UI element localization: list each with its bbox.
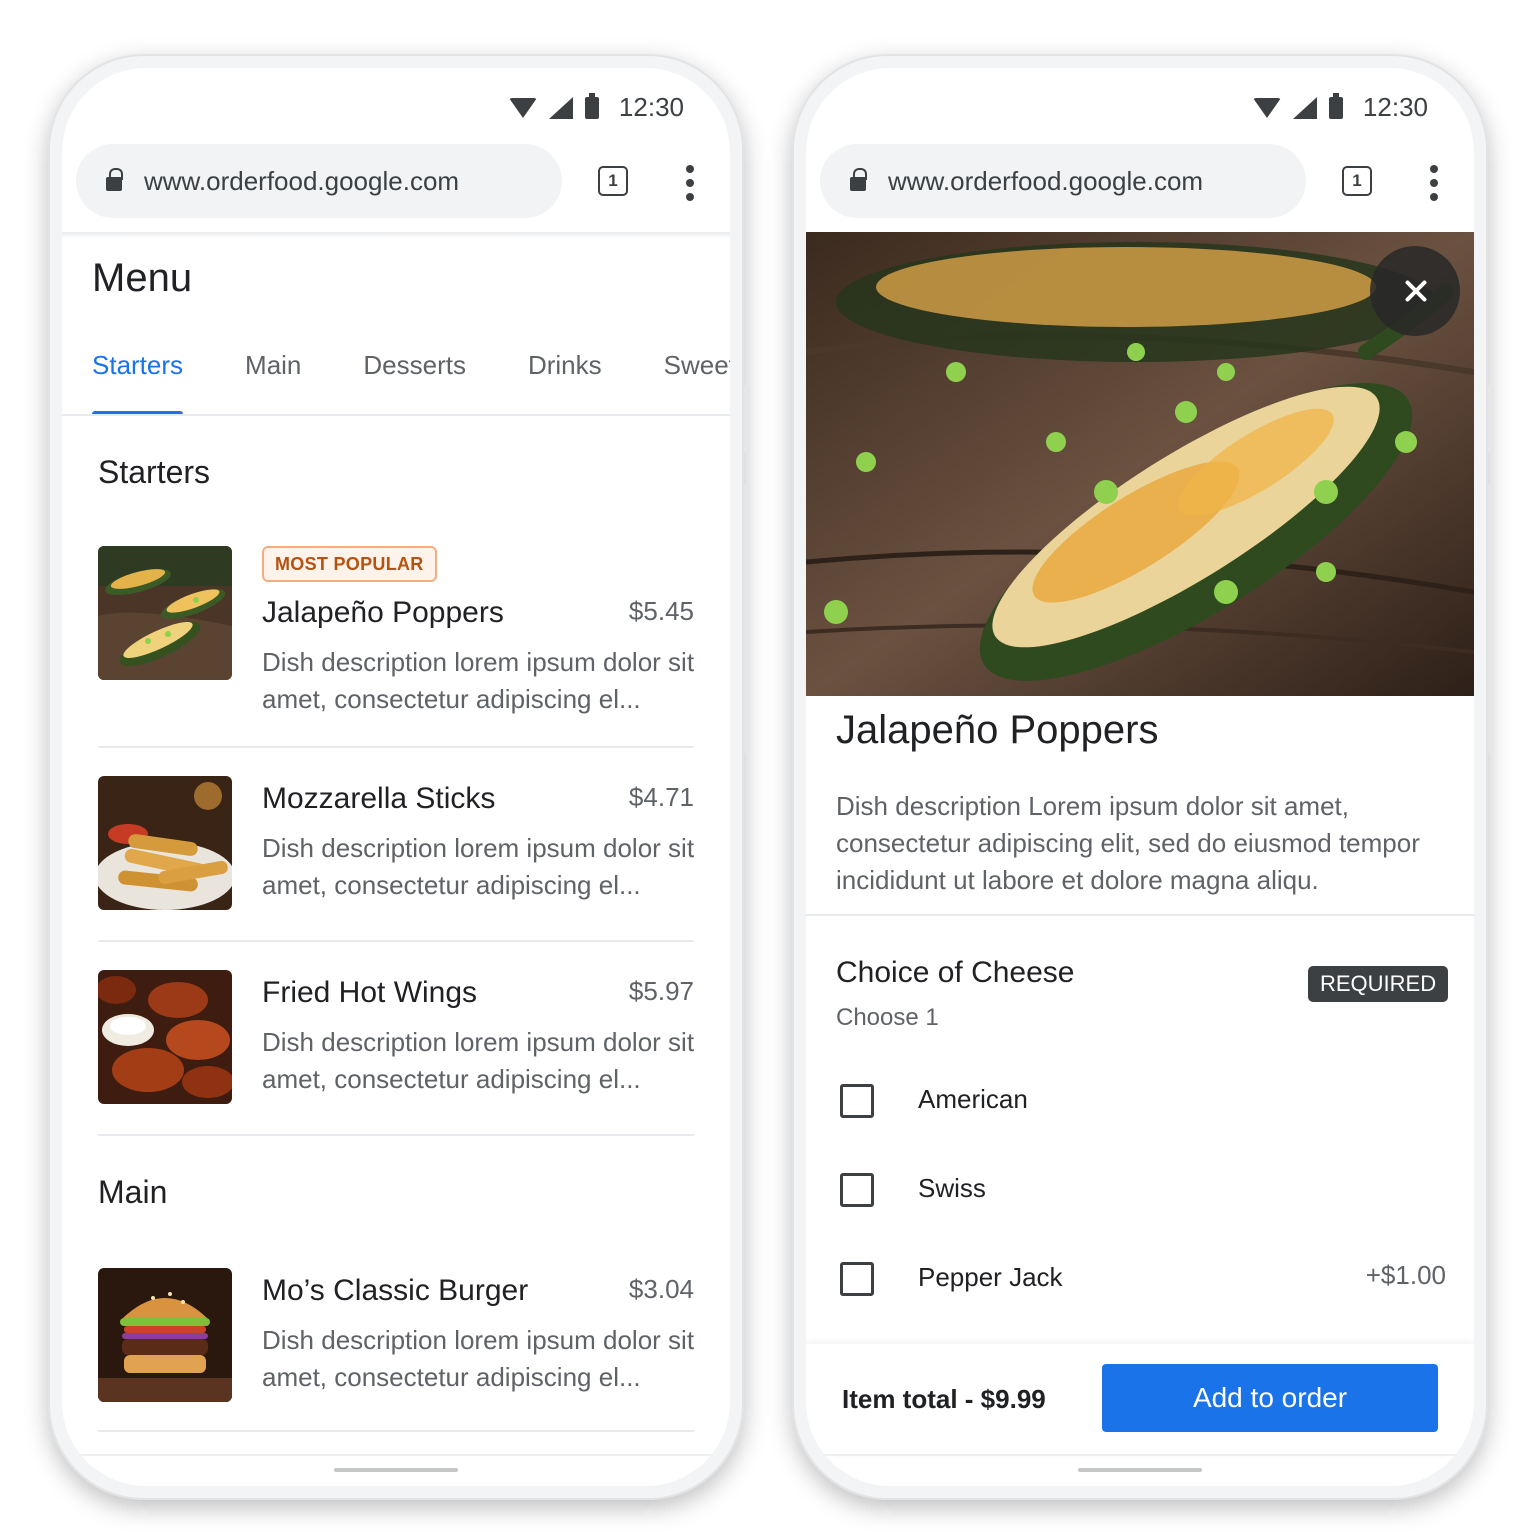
section-title-starters: Starters xyxy=(98,454,211,490)
item-name: Jalapeño Poppers xyxy=(262,596,504,629)
page-title: Menu xyxy=(92,256,193,300)
choice-group-subtitle: Choose 1 xyxy=(836,1004,939,1031)
nav-divider xyxy=(806,1454,1474,1456)
classic-burger-thumbnail xyxy=(98,1268,232,1402)
add-to-order-button[interactable]: Add to order xyxy=(1102,1364,1438,1432)
item-name: Mo’s Classic Burger xyxy=(262,1274,529,1307)
item-name: Mozzarella Sticks xyxy=(262,782,496,815)
checkbox-american[interactable] xyxy=(840,1084,874,1118)
toolbar-shadow xyxy=(62,232,730,238)
item-divider xyxy=(98,1430,694,1432)
signal-icon xyxy=(548,96,573,119)
phone-volume-button xyxy=(744,484,750,754)
required-badge: REQUIRED xyxy=(1308,966,1449,1002)
home-indicator[interactable] xyxy=(334,1468,458,1472)
item-price: $5.45 xyxy=(628,596,694,626)
tab-desserts[interactable]: Desserts xyxy=(363,350,466,414)
tab-drinks[interactable]: Drinks xyxy=(528,350,602,414)
item-price: $4.71 xyxy=(628,782,694,812)
checkbox-swiss[interactable] xyxy=(840,1173,874,1207)
item-total: Item total - $9.99 xyxy=(842,1384,1046,1414)
tab-switcher-button[interactable]: 1 xyxy=(1342,166,1372,196)
option-swiss[interactable]: Swiss xyxy=(840,1171,1446,1211)
item-name: Fried Hot Wings xyxy=(262,976,478,1009)
status-time: 12:30 xyxy=(1362,92,1428,122)
tab-sweets[interactable]: Sweets xyxy=(664,350,730,414)
item-description: Dish description lorem ipsum dolor sit a… xyxy=(262,647,695,714)
battery-icon xyxy=(584,92,599,119)
menu-item-jalapeno-poppers[interactable]: MOST POPULAR Jalapeño Poppers $5.45 Dish… xyxy=(98,546,694,736)
tabs-divider xyxy=(62,414,730,416)
lock-icon xyxy=(850,168,867,191)
url-text: www.orderfood.google.com xyxy=(888,165,1204,196)
option-label: American xyxy=(918,1084,1028,1114)
phone-volume-button xyxy=(1488,484,1494,754)
menu-screen: 12:30 www.orderfood.google.com 1 Menu St… xyxy=(62,68,730,1486)
item-price: $3.04 xyxy=(628,1274,694,1304)
phone-side-button xyxy=(744,384,750,454)
phone-frame-menu: 12:30 www.orderfood.google.com 1 Menu St… xyxy=(48,54,750,1500)
item-description: Dish description lorem ipsum dolor sit a… xyxy=(262,1027,695,1094)
detail-divider xyxy=(806,914,1474,916)
phone-frame-detail: 12:30 www.orderfood.google.com 1 Jalapeñ… xyxy=(792,54,1494,1500)
most-popular-badge: MOST POPULAR xyxy=(262,546,437,582)
item-divider xyxy=(98,1134,694,1136)
menu-item-classic-burger[interactable]: Mo’s Classic Burger $3.04 Dish descripti… xyxy=(98,1268,694,1418)
battery-icon xyxy=(1328,92,1343,119)
tab-main[interactable]: Main xyxy=(245,350,301,414)
more-options-icon[interactable] xyxy=(682,163,698,203)
close-icon[interactable] xyxy=(1370,246,1460,336)
menu-item-mozzarella-sticks[interactable]: Mozzarella Sticks $4.71 Dish description… xyxy=(98,776,694,926)
item-description: Dish description lorem ipsum dolor sit a… xyxy=(262,1325,695,1392)
lock-icon xyxy=(106,168,123,191)
dish-detail-screen: 12:30 www.orderfood.google.com 1 Jalapeñ… xyxy=(806,68,1474,1486)
wifi-icon xyxy=(1252,97,1281,118)
tab-starters[interactable]: Starters xyxy=(92,350,184,416)
section-title-main: Main xyxy=(98,1174,168,1210)
wifi-icon xyxy=(508,97,537,118)
item-description: Dish description lorem ipsum dolor sit a… xyxy=(262,833,695,900)
url-text: www.orderfood.google.com xyxy=(144,165,460,196)
address-bar[interactable]: www.orderfood.google.com xyxy=(820,144,1306,218)
category-tabs: Starters Main Desserts Drinks Sweets xyxy=(92,350,730,416)
fried-hot-wings-thumbnail xyxy=(98,970,232,1104)
item-divider xyxy=(98,940,694,942)
choice-group-title: Choice of Cheese xyxy=(836,956,1075,989)
home-indicator[interactable] xyxy=(1078,1468,1202,1472)
nav-divider xyxy=(62,1454,730,1456)
option-price: +$1.00 xyxy=(1365,1260,1446,1290)
item-price: $5.97 xyxy=(628,976,694,1006)
checkbox-pepper-jack[interactable] xyxy=(840,1262,874,1296)
item-divider xyxy=(98,746,694,748)
option-pepper-jack[interactable]: Pepper Jack +$1.00 xyxy=(840,1260,1446,1300)
dish-title: Jalapeño Poppers xyxy=(836,708,1159,752)
signal-icon xyxy=(1292,96,1317,119)
mozzarella-sticks-thumbnail xyxy=(98,776,232,910)
option-american[interactable]: American xyxy=(840,1082,1446,1122)
menu-item-fried-hot-wings[interactable]: Fried Hot Wings $5.97 Dish description l… xyxy=(98,970,694,1120)
option-label: Pepper Jack xyxy=(918,1262,1063,1292)
more-options-icon[interactable] xyxy=(1426,163,1442,203)
dish-description: Dish description Lorem ipsum dolor sit a… xyxy=(836,791,1420,895)
status-time: 12:30 xyxy=(618,92,684,122)
tab-switcher-button[interactable]: 1 xyxy=(598,166,628,196)
status-bar: 12:30 xyxy=(806,68,1474,128)
phone-side-button xyxy=(1488,384,1494,454)
option-label: Swiss xyxy=(918,1173,986,1203)
address-bar[interactable]: www.orderfood.google.com xyxy=(76,144,562,218)
jalapeno-poppers-thumbnail xyxy=(98,546,232,680)
status-bar: 12:30 xyxy=(62,68,730,128)
